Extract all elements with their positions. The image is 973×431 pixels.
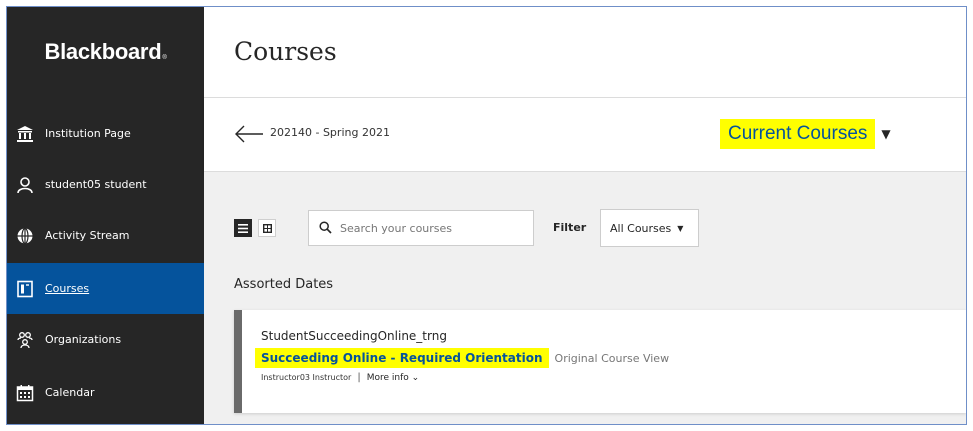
sidebar-item-institution-page[interactable]: Institution Page [7, 108, 204, 159]
sidebar-item-label: student05 student [45, 178, 147, 191]
term-label: 202140 - Spring 2021 [270, 126, 390, 139]
caret-down-icon: ▼ [677, 223, 684, 233]
current-courses-label: Current Courses [720, 119, 876, 149]
course-title-row: Succeeding Online - Required Orientation… [255, 348, 669, 368]
main-area: Courses 202140 - Spring 2021 Current Cou… [204, 7, 966, 424]
grid-view-button[interactable] [258, 219, 276, 237]
app-window: Blackboard ® Institution Page student05 s… [6, 6, 967, 425]
filter-label: Filter [553, 221, 587, 234]
brand-mark: ® [162, 55, 167, 61]
grid-view-icon [262, 223, 272, 233]
meta-separator: | [357, 372, 361, 383]
current-courses-dropdown[interactable]: Current Courses ▼ [720, 115, 891, 153]
organizations-icon [15, 330, 35, 350]
course-view-type: Original Course View [554, 351, 670, 365]
sidebar-item-label: Calendar [45, 386, 95, 399]
sidebar-item-organizations[interactable]: Organizations [7, 314, 204, 365]
course-title-link[interactable]: Succeeding Online - Required Orientation [255, 348, 549, 368]
more-info-link[interactable]: More info ⌄ [367, 373, 419, 383]
course-list-area: Search your courses Filter All Courses ▼… [204, 172, 966, 424]
more-info-label: More info [366, 372, 409, 383]
user-icon [15, 175, 35, 195]
institution-icon [15, 124, 35, 144]
sidebar-item-label: Institution Page [45, 127, 131, 140]
section-heading: Assorted Dates [234, 277, 334, 292]
blackboard-logo[interactable]: Blackboard ® [7, 7, 204, 97]
list-view-icon [238, 223, 248, 233]
term-bar: 202140 - Spring 2021 Current Courses ▼ [204, 98, 966, 172]
caret-down-icon: ▼ [881, 127, 891, 141]
page-header: Courses [204, 7, 966, 98]
chevron-down-icon: ⌄ [411, 372, 420, 383]
search-input[interactable]: Search your courses [308, 210, 534, 246]
view-toggle [234, 219, 276, 237]
course-card-accent [234, 310, 242, 413]
sidebar: Blackboard ® Institution Page student05 s… [7, 7, 204, 424]
search-placeholder: Search your courses [340, 221, 453, 235]
globe-icon [15, 226, 35, 246]
course-card: StudentSucceedingOnline_trng Succeeding … [234, 310, 966, 413]
sidebar-item-label: Organizations [45, 333, 122, 346]
course-instructor: Instructor03 Instructor [261, 373, 352, 382]
filter-select[interactable]: All Courses ▼ [600, 209, 699, 247]
back-arrow-icon[interactable] [234, 125, 264, 143]
sidebar-item-label: Courses [45, 282, 90, 295]
courses-icon [15, 279, 35, 299]
sidebar-item-profile[interactable]: student05 student [7, 159, 204, 210]
sidebar-item-courses[interactable]: Courses [7, 263, 204, 314]
sidebar-item-calendar[interactable]: Calendar [7, 367, 204, 418]
search-icon [319, 219, 332, 238]
sidebar-item-activity-stream[interactable]: Activity Stream [7, 210, 204, 261]
filter-value: All Courses [610, 221, 672, 235]
course-meta: Instructor03 Instructor | More info ⌄ [261, 372, 419, 383]
sidebar-item-label: Activity Stream [45, 229, 130, 242]
list-view-button[interactable] [234, 219, 252, 237]
brand-name: Blackboard [44, 39, 162, 64]
calendar-icon [15, 383, 35, 403]
course-id: StudentSucceedingOnline_trng [261, 329, 447, 343]
page-title: Courses [234, 37, 337, 66]
